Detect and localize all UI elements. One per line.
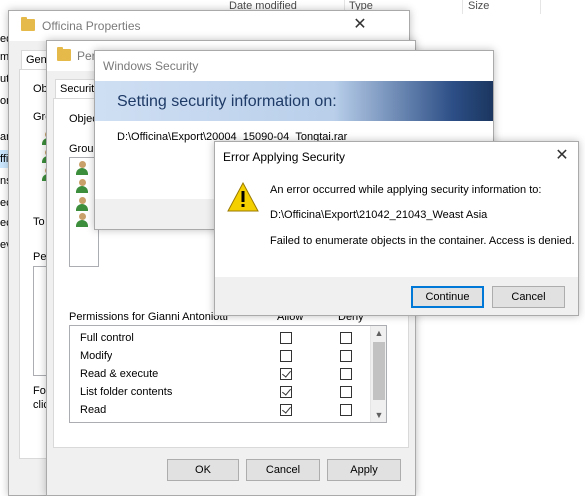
- column-separator: [462, 0, 463, 14]
- ok-button[interactable]: OK: [167, 459, 239, 481]
- window-title: Windows Security: [103, 59, 199, 73]
- permission-name: Read: [80, 404, 107, 416]
- user-icon: [75, 197, 89, 211]
- allow-checkbox[interactable]: [280, 350, 292, 362]
- error-message-area: An error occurred while applying securit…: [215, 172, 578, 277]
- continue-button[interactable]: Continue: [411, 286, 484, 308]
- title-bar[interactable]: Windows Security: [95, 51, 493, 81]
- deny-checkbox[interactable]: [340, 368, 352, 380]
- scroll-thumb[interactable]: [373, 342, 385, 400]
- user-icon: [75, 179, 89, 193]
- cancel-button[interactable]: Cancel: [246, 459, 320, 481]
- error-reason: Failed to enumerate objects in the conta…: [270, 235, 575, 247]
- close-icon[interactable]: ✕: [553, 148, 571, 166]
- folder-icon: [21, 17, 35, 31]
- allow-checkbox[interactable]: [280, 368, 292, 380]
- error-path: D:\Officina\Export\21042_21043_Weast Asi…: [270, 209, 488, 221]
- column-separator: [540, 0, 541, 14]
- window-title: Officina Properties: [42, 19, 141, 33]
- close-icon[interactable]: ✕: [351, 17, 369, 35]
- tab-security[interactable]: Security: [55, 79, 97, 99]
- scroll-up-icon[interactable]: ▲: [371, 326, 387, 340]
- permission-name: List folder contents: [80, 386, 173, 398]
- error-line-1: An error occurred while applying securit…: [270, 184, 542, 196]
- title-bar[interactable]: Error Applying Security ✕: [215, 142, 578, 172]
- banner-heading: Setting security information on:: [117, 93, 337, 110]
- permissions-for-label: Permissions for Gianni Antoniotti: [69, 311, 228, 323]
- deny-checkbox[interactable]: [340, 404, 352, 416]
- permission-name: Read & execute: [80, 368, 159, 380]
- deny-checkbox[interactable]: [340, 386, 352, 398]
- deny-checkbox[interactable]: [340, 350, 352, 362]
- dialog-title: Error Applying Security: [223, 150, 346, 164]
- error-dialog: Error Applying Security ✕ An error occur…: [214, 141, 579, 316]
- permission-name: Full control: [80, 332, 134, 344]
- warning-icon: [227, 182, 259, 212]
- allow-checkbox[interactable]: [280, 404, 292, 416]
- cancel-button[interactable]: Cancel: [492, 286, 565, 308]
- scroll-down-icon[interactable]: ▼: [371, 408, 387, 422]
- apply-button[interactable]: Apply: [327, 459, 401, 481]
- allow-checkbox[interactable]: [280, 386, 292, 398]
- dialog-footer: Continue Cancel: [215, 277, 578, 315]
- permissions-list: Full control Modify Read & execute List …: [69, 325, 387, 423]
- window-title: Per: [77, 49, 96, 63]
- allow-checkbox[interactable]: [280, 332, 292, 344]
- column-size[interactable]: Size: [468, 0, 489, 14]
- permission-name: Modify: [80, 350, 113, 362]
- deny-checkbox[interactable]: [340, 332, 352, 344]
- permissions-scrollbar[interactable]: ▲ ▼: [370, 326, 386, 422]
- user-icon: [75, 213, 89, 227]
- user-icon: [75, 161, 89, 175]
- title-bar[interactable]: Officina Properties ✕: [9, 11, 409, 41]
- security-banner: Setting security information on:: [95, 81, 493, 121]
- folder-icon: [57, 47, 71, 61]
